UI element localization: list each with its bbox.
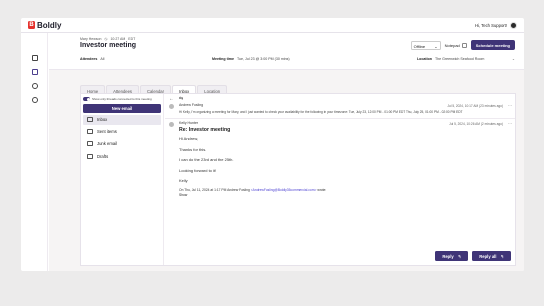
reply-label: Reply — [442, 253, 454, 259]
more-options-icon[interactable]: ⋯ — [508, 121, 512, 126]
message-timestamp: Jul 5, 2024, 10:26 AM (2 minutes ago) — [449, 121, 503, 126]
sender-email-link[interactable]: <AndrewFosling@Boldly35commercial.com> — [251, 188, 317, 192]
drafts-icon — [87, 153, 93, 159]
body-line: I can do the 23rd and the 25th. — [179, 157, 234, 162]
main-area: Mary Hewson ◷ 10:27 AM EDT Investor meet… — [49, 33, 524, 271]
meeting-time-label: Meeting time — [212, 57, 234, 61]
sender-avatar — [169, 122, 174, 127]
left-nav — [21, 33, 48, 271]
message-expanded: Kelly Hunter Jul 5, 2024, 10:26 AM (2 mi… — [165, 120, 515, 197]
logo-icon: B — [28, 21, 35, 29]
status-value: Offline — [413, 43, 426, 49]
reply-all-label: Reply all — [479, 253, 497, 259]
top-bar: B Boldly Hi, Tech Support! — [21, 18, 524, 33]
message-subject: Re: Investor meeting — [179, 127, 231, 133]
dashboard-icon[interactable] — [32, 55, 38, 61]
inbox-panel: Show only threads connected to this meet… — [80, 93, 516, 266]
settings-icon[interactable] — [32, 97, 38, 103]
folder-inbox[interactable]: Inbox — [83, 114, 161, 126]
message-timestamp: Jul 5, 2024, 10:17 AM (23 minutes ago) — [447, 103, 503, 108]
folder-sent-items[interactable]: Sent items — [83, 127, 161, 138]
new-email-button[interactable]: New email — [83, 104, 161, 113]
folder-junk-email[interactable]: Junk email — [83, 139, 161, 150]
schedule-meeting-button[interactable]: Schedule meeting — [470, 40, 515, 50]
notepad-button[interactable]: Notepad — [444, 42, 467, 48]
body-line: Looking forward to it! — [179, 167, 217, 173]
folder-label: Inbox — [97, 117, 108, 123]
sender-avatar — [169, 104, 174, 109]
sent-icon — [87, 129, 93, 135]
folder-label: Junk email — [97, 141, 118, 147]
status-select[interactable]: Offline ⌄ — [410, 40, 441, 50]
notepad-label: Notepad — [444, 42, 460, 48]
folder-drafts[interactable]: Drafts — [83, 151, 161, 162]
reply-all-arrow-icon: ↰ — [500, 253, 504, 259]
brand-logo[interactable]: B Boldly — [28, 21, 61, 30]
meeting-threads-toggle[interactable] — [83, 97, 90, 101]
reply-arrow-icon: ↰ — [457, 253, 462, 259]
folder-pane: Show only threads connected to this meet… — [81, 94, 164, 265]
attendees-value: All — [100, 57, 105, 61]
meeting-time-value: Tue, Jul 23 @ 3:00 PM (30 mins) — [236, 57, 290, 61]
reply-all-button[interactable]: Reply all ↰ — [472, 251, 511, 261]
clock-icon: ◷ — [104, 37, 108, 41]
brand-name: Boldly — [37, 20, 62, 30]
more-options-icon[interactable]: ⋯ — [508, 103, 512, 108]
contacts-icon[interactable] — [32, 83, 38, 89]
timezone: EDT — [128, 37, 136, 41]
organizer-name: Mary Hewson — [80, 37, 102, 41]
location-label: Location — [416, 57, 432, 61]
junk-icon — [87, 141, 93, 147]
message-pane: ← ⇆ Andrew Fosling Jul 5, 2024, 10:17 AM… — [165, 94, 515, 265]
toggle-label: Show only threads connected to this meet… — [92, 97, 152, 101]
show-quoted-link[interactable]: Show — [179, 193, 511, 197]
body-line: Hi Andrew, — [179, 136, 199, 141]
folder-label: Sent items — [97, 129, 117, 135]
page-title: Investor meeting — [80, 42, 137, 49]
attendees-label: Attendees — [80, 57, 98, 61]
message-item[interactable]: Andrew Fosling Jul 5, 2024, 10:17 AM (23… — [165, 102, 515, 119]
calendar-icon[interactable] — [32, 69, 38, 75]
chevron-down-icon: ⌄ — [434, 43, 438, 49]
quote-prefix: On Thu, Jul 11, 2024 at 1:17 PM Andrew F… — [179, 188, 250, 192]
chevron-down-icon[interactable]: ⌄ — [512, 57, 515, 61]
body-line: Thanks for this. — [179, 146, 207, 152]
location-value: The Greenwich Seafood Room — [434, 57, 485, 61]
folder-label: Drafts — [97, 153, 109, 159]
inbox-icon — [87, 117, 93, 123]
reply-button[interactable]: Reply ↰ — [435, 251, 469, 261]
app-window: B Boldly Hi, Tech Support! Mary Hewson ◷… — [21, 18, 524, 271]
body-line: Kelly — [179, 178, 188, 183]
user-greeting: Hi, Tech Support! — [474, 22, 507, 28]
quoted-header: On Thu, Jul 11, 2024 at 1:17 PM Andrew F… — [179, 188, 511, 192]
local-time: 10:27 AM — [110, 37, 126, 41]
quote-suffix: wrote: — [317, 188, 327, 192]
notepad-icon — [461, 42, 467, 48]
meeting-header: Mary Hewson ◷ 10:27 AM EDT Investor meet… — [49, 33, 524, 70]
avatar[interactable] — [510, 21, 517, 29]
message-preview: Hi Kelly, I'm organizing a meeting for M… — [179, 110, 463, 114]
